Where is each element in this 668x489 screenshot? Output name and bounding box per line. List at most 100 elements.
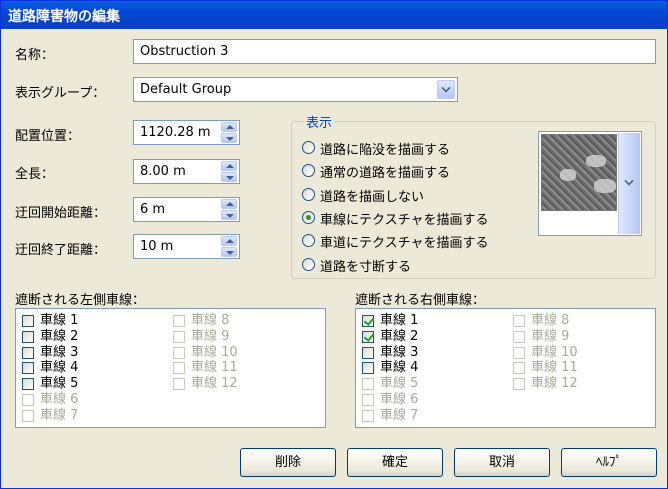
spin-up-icon[interactable] — [221, 199, 237, 209]
checkbox-icon — [513, 315, 525, 327]
group-select[interactable]: Default Group — [133, 77, 458, 102]
lane-label: 車線 9 — [191, 328, 230, 344]
checkbox-icon[interactable] — [22, 330, 34, 343]
left-lanes-label: 遮断される左側車線： — [15, 293, 146, 308]
lane-label: 車線 12 — [191, 376, 238, 392]
lane-label: 車線 10 — [191, 344, 238, 360]
length-spinner[interactable] — [221, 161, 237, 182]
checkbox-icon — [22, 394, 34, 406]
radio-label: 車道にテクスチャを描画する — [320, 236, 489, 252]
checkbox-icon — [22, 409, 34, 422]
detour-end-label: 迂回終了距離： — [15, 243, 107, 258]
checkbox-icon — [513, 362, 525, 375]
checkbox-icon — [513, 378, 525, 391]
checkbox-icon[interactable] — [362, 346, 374, 359]
position-label: 配置位置： — [15, 129, 81, 144]
right-lanes-list: 車線 1 車線 2 車線 3 車線 4 車線 5 車線 6 車線 7 車線 8 車線 9 車線 1… — [355, 308, 656, 428]
checkbox-icon — [513, 330, 525, 343]
checkbox-icon — [173, 362, 185, 375]
window-title: 道路障害物の編集 — [8, 9, 120, 25]
checkbox-icon — [173, 378, 185, 391]
spin-down-icon[interactable] — [221, 210, 237, 220]
left-lanes-list: 車線 1 車線 2 車線 3 車線 4 車線 5 車線 6 車線 7 車線 8 車線 9 車線 1… — [15, 308, 326, 428]
lane-label: 車線 2 — [40, 328, 79, 344]
checkbox-icon[interactable] — [22, 315, 34, 327]
detour-end-input[interactable]: 10 m — [133, 234, 240, 259]
texture-detail — [560, 169, 576, 181]
detour-start-label: 迂回開始距離： — [15, 206, 107, 221]
lane-label: 車線 1 — [40, 313, 79, 328]
checkbox-icon[interactable] — [22, 378, 34, 391]
spin-up-icon[interactable] — [221, 161, 237, 171]
lane-label: 車線 2 — [380, 328, 419, 344]
position-spinner[interactable] — [221, 122, 237, 143]
checkbox-icon — [173, 315, 185, 327]
checkbox-icon — [513, 346, 525, 359]
checkbox-icon[interactable] — [362, 362, 374, 375]
lane-label: 車線 8 — [191, 313, 230, 328]
texture-dropdown-button[interactable] — [618, 133, 640, 234]
position-input[interactable]: 1120.28 m — [133, 120, 240, 145]
lane-label: 車線 5 — [380, 376, 419, 392]
length-value: 8.00 m — [140, 164, 186, 179]
lane-label: 車線 8 — [531, 313, 570, 328]
radio-circle-icon[interactable] — [302, 210, 315, 224]
lane-label: 車線 6 — [380, 392, 419, 407]
spin-down-icon[interactable] — [221, 133, 237, 143]
length-label: 全長： — [15, 167, 55, 182]
lane-label: 車線 12 — [531, 376, 578, 392]
detour-start-value: 6 m — [140, 202, 166, 217]
spin-up-icon[interactable] — [221, 122, 237, 132]
lane-label: 車線 5 — [40, 376, 79, 392]
chevron-down-icon — [441, 83, 451, 93]
radio-circle-icon[interactable] — [302, 141, 315, 154]
checkbox-icon[interactable] — [22, 362, 34, 375]
lane-label: 車線 6 — [40, 392, 79, 407]
checkbox-icon[interactable] — [362, 315, 374, 327]
edit-obstruction-dialog: 道路障害物の編集 名称： Obstruction 3 表示グループ： Defau… — [0, 0, 668, 489]
radio-label: 道路を描画しない — [320, 189, 425, 205]
radio-label: 道路を寸断する — [320, 259, 412, 275]
checkbox-icon — [173, 346, 185, 359]
spin-down-icon[interactable] — [221, 247, 237, 257]
radio-label: 道路に陥没を描画する — [320, 143, 451, 158]
radio-circle-icon[interactable] — [302, 257, 315, 271]
lane-label: 車線 11 — [191, 360, 238, 376]
display-group-title: 表示 — [304, 112, 335, 131]
lane-label: 車線 11 — [531, 360, 578, 376]
title-bar[interactable]: 道路障害物の編集 — [1, 1, 667, 29]
group-value: Default Group — [140, 82, 232, 97]
length-input[interactable]: 8.00 m — [133, 159, 240, 184]
delete-button[interactable]: 削除 — [240, 448, 336, 477]
lane-label: 車線 10 — [531, 344, 578, 360]
lane-label: 車線 9 — [531, 328, 570, 344]
group-dropdown-button[interactable] — [437, 80, 455, 99]
cancel-button[interactable]: 取消 — [454, 448, 550, 477]
texture-thumbnail — [541, 134, 617, 211]
detour-start-input[interactable]: 6 m — [133, 197, 240, 222]
texture-detail — [586, 155, 606, 167]
detour-start-spinner[interactable] — [221, 199, 237, 220]
spin-down-icon[interactable] — [221, 172, 237, 182]
texture-preview-select[interactable] — [538, 131, 642, 236]
radio-circle-icon[interactable] — [302, 187, 315, 201]
lane-label: 車線 3 — [40, 344, 79, 360]
lane-label: 車線 4 — [380, 360, 419, 376]
lane-label: 車線 7 — [40, 407, 79, 423]
checkbox-icon[interactable] — [22, 346, 34, 359]
name-value: Obstruction 3 — [140, 44, 229, 59]
texture-detail — [594, 179, 616, 193]
spin-up-icon[interactable] — [221, 236, 237, 246]
checkbox-icon[interactable] — [362, 330, 374, 343]
name-input[interactable]: Obstruction 3 — [133, 39, 656, 64]
help-button[interactable]: ﾍﾙﾌﾟ — [561, 448, 657, 477]
radio-label: 車線にテクスチャを描画する — [320, 212, 489, 228]
checkbox-icon — [362, 394, 374, 406]
radio-label: 通常の道路を描画する — [320, 166, 451, 182]
right-lanes-label: 遮断される右側車線： — [355, 293, 486, 308]
chevron-down-icon — [624, 176, 634, 186]
lane-label: 車線 4 — [40, 360, 79, 376]
ok-button[interactable]: 確定 — [347, 448, 443, 477]
detour-end-spinner[interactable] — [221, 236, 237, 257]
lane-label: 車線 3 — [380, 344, 419, 360]
